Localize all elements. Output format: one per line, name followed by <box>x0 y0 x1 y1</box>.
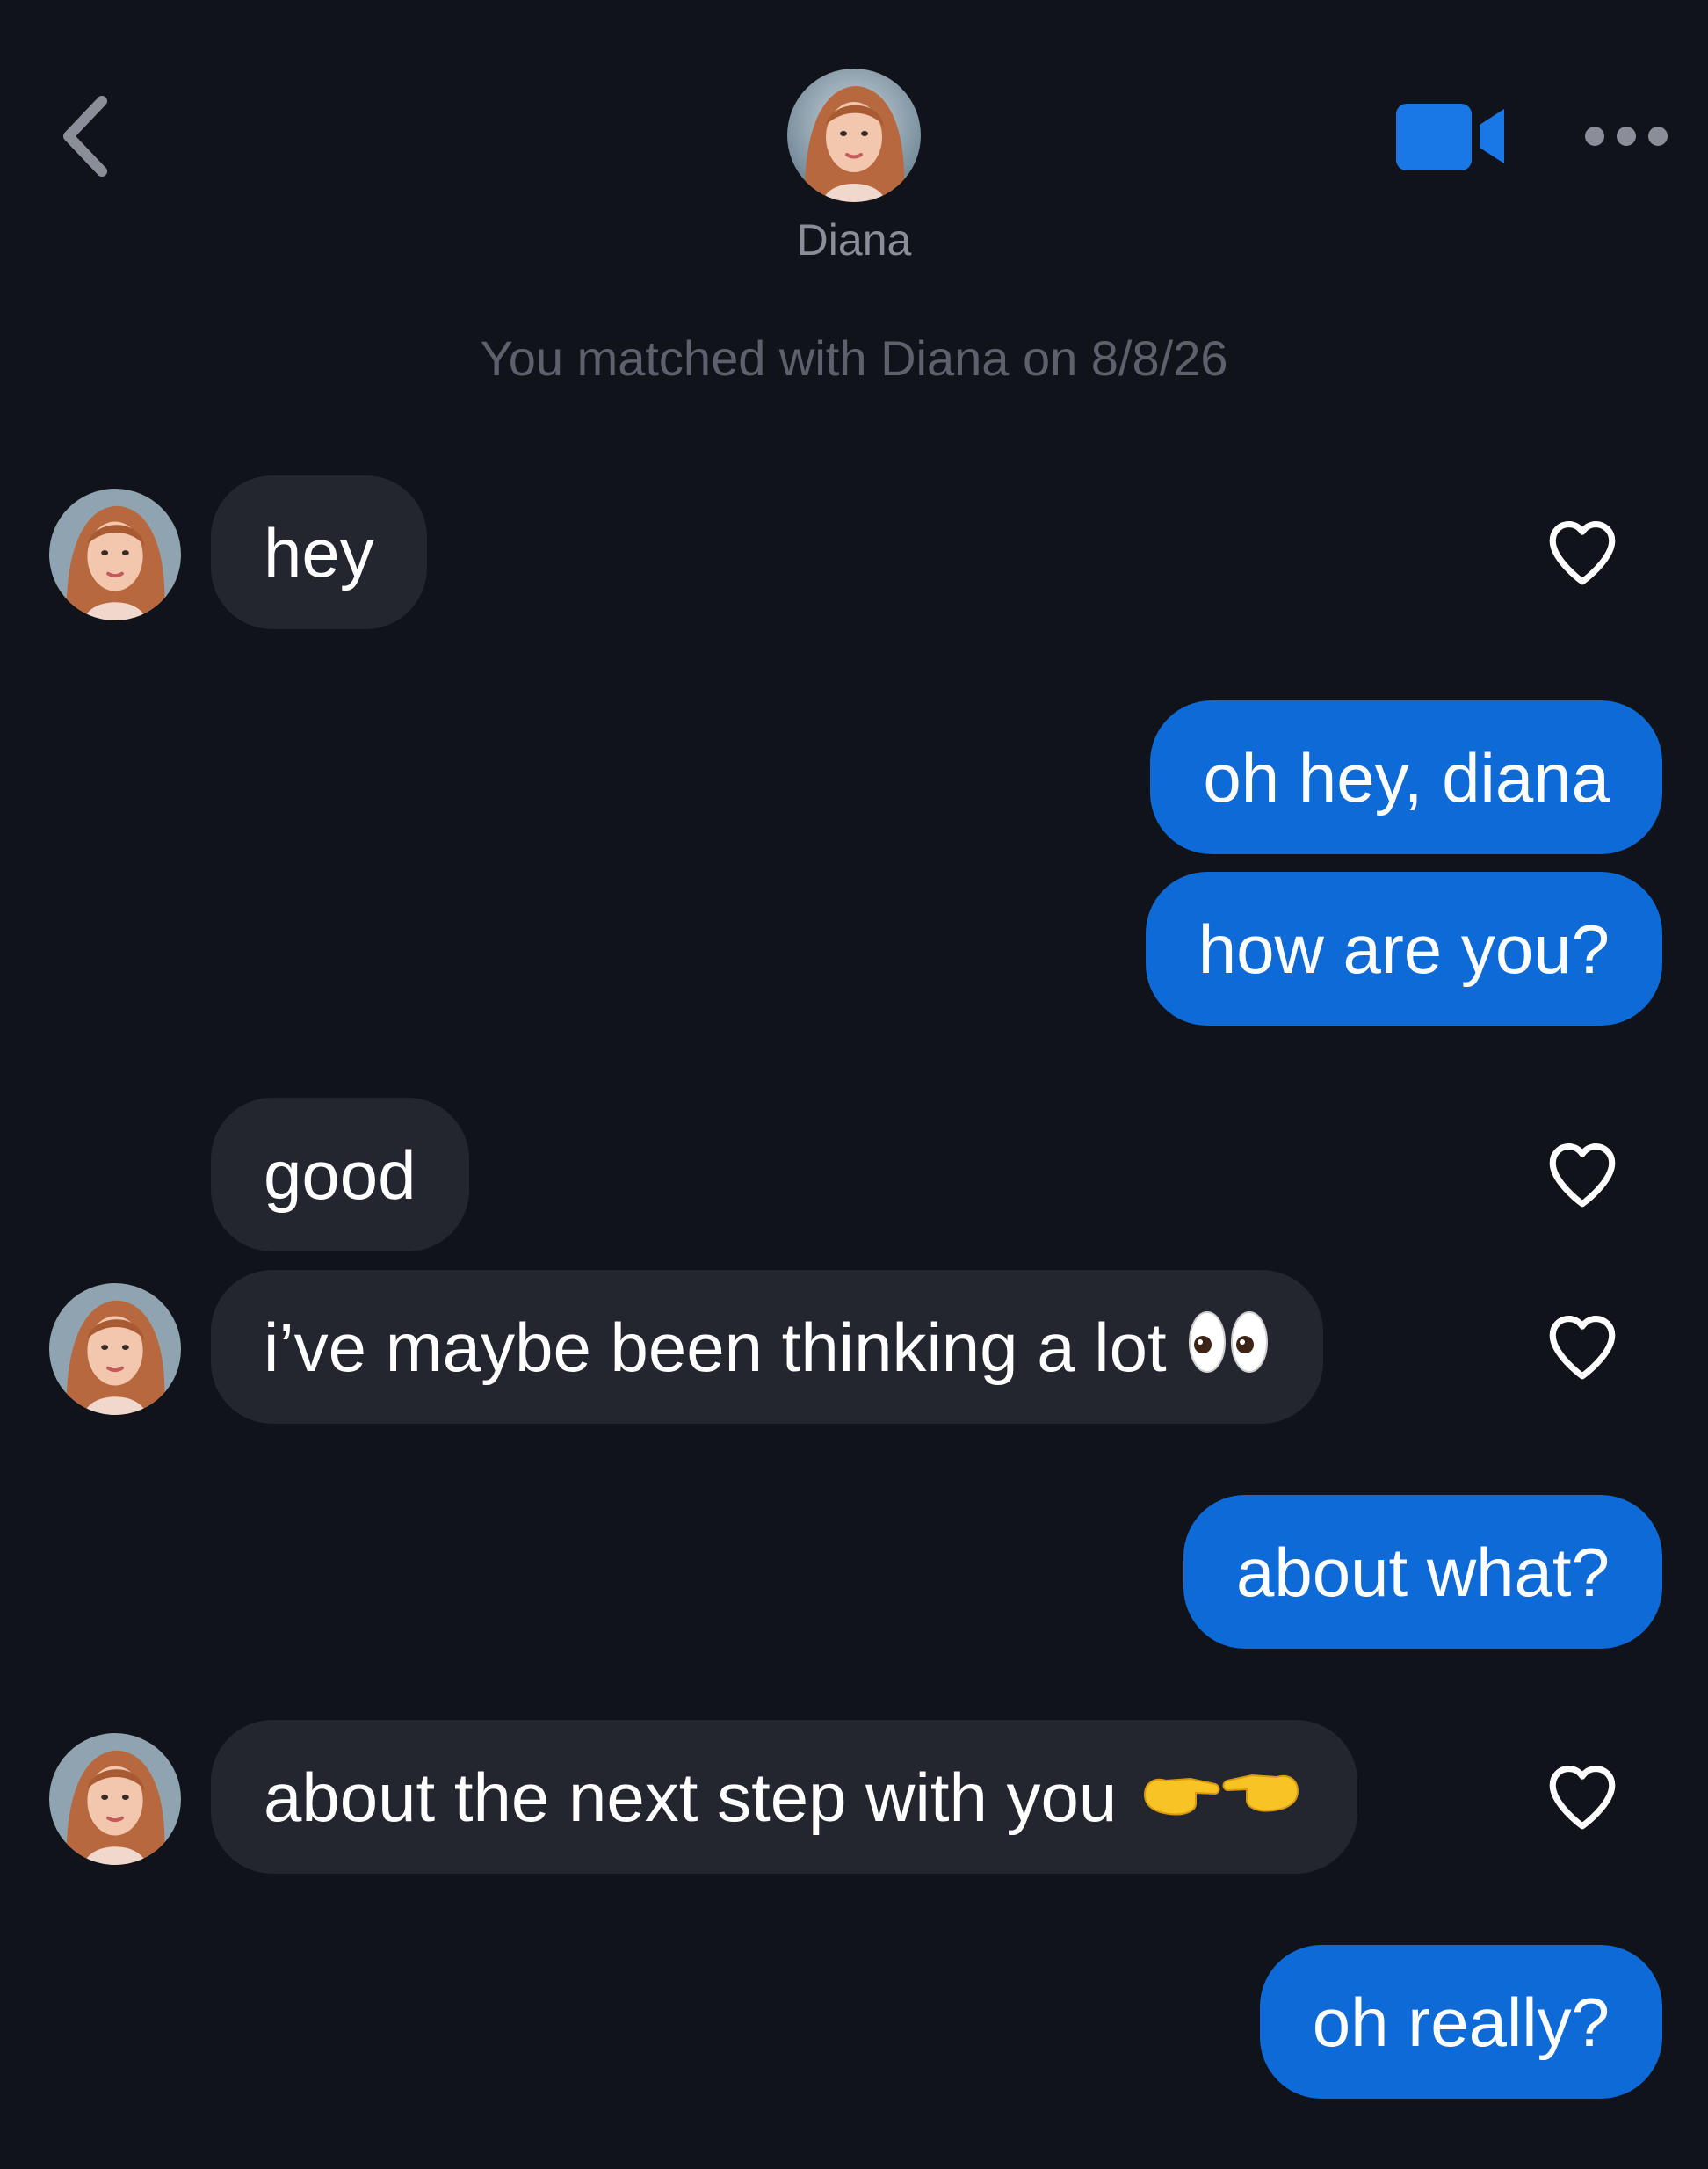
message-bubble-outgoing[interactable]: how are you? <box>1145 872 1662 1026</box>
more-horizontal-icon <box>1585 127 1668 146</box>
message-bubble-outgoing[interactable]: about what? <box>1183 1495 1662 1649</box>
message-text: how are you? <box>1198 910 1610 988</box>
message-bubble-incoming[interactable]: hey <box>211 475 427 629</box>
chevron-left-icon <box>63 96 107 177</box>
like-button[interactable] <box>1543 1307 1622 1386</box>
contact-avatar[interactable] <box>49 1733 181 1865</box>
heart-icon <box>1549 1765 1616 1830</box>
like-button[interactable] <box>1543 512 1622 591</box>
video-camera-icon <box>1396 104 1504 170</box>
chat-header: Diana <box>0 0 1708 290</box>
message-text: good <box>264 1135 416 1214</box>
heart-icon <box>1549 1143 1616 1208</box>
message-text: about what? <box>1235 1533 1610 1611</box>
eyes-emoji-icon <box>1188 1309 1270 1385</box>
contact-name[interactable]: Diana <box>678 214 1030 265</box>
message-bubble-incoming[interactable]: good <box>211 1098 469 1251</box>
heart-icon <box>1549 520 1616 585</box>
message-text: hey <box>264 513 374 591</box>
message-bubble-incoming[interactable]: i’ve maybe been thinking a lot <box>211 1270 1323 1424</box>
contact-avatar[interactable] <box>49 1283 181 1415</box>
contact-avatar[interactable] <box>787 69 921 202</box>
more-options-button[interactable] <box>1578 110 1675 163</box>
back-button[interactable] <box>51 88 121 185</box>
heart-icon <box>1549 1315 1616 1380</box>
video-call-button[interactable] <box>1393 97 1508 176</box>
like-button[interactable] <box>1543 1757 1622 1836</box>
message-text: oh really? <box>1312 1983 1610 2061</box>
match-notice: You matched with Diana on 8/8/26 <box>480 330 1228 386</box>
message-text: oh hey, diana <box>1203 738 1610 816</box>
pointing-fingers-emoji-icon <box>1138 1761 1305 1833</box>
contact-avatar[interactable] <box>49 489 181 620</box>
message-bubble-outgoing[interactable]: oh hey, diana <box>1150 700 1662 854</box>
message-text: i’ve maybe been thinking a lot <box>264 1308 1167 1386</box>
message-bubble-outgoing[interactable]: oh really? <box>1259 1945 1662 2099</box>
like-button[interactable] <box>1543 1135 1622 1214</box>
message-text: about the next step with you <box>264 1758 1118 1836</box>
message-bubble-incoming[interactable]: about the next step with you <box>211 1720 1358 1874</box>
